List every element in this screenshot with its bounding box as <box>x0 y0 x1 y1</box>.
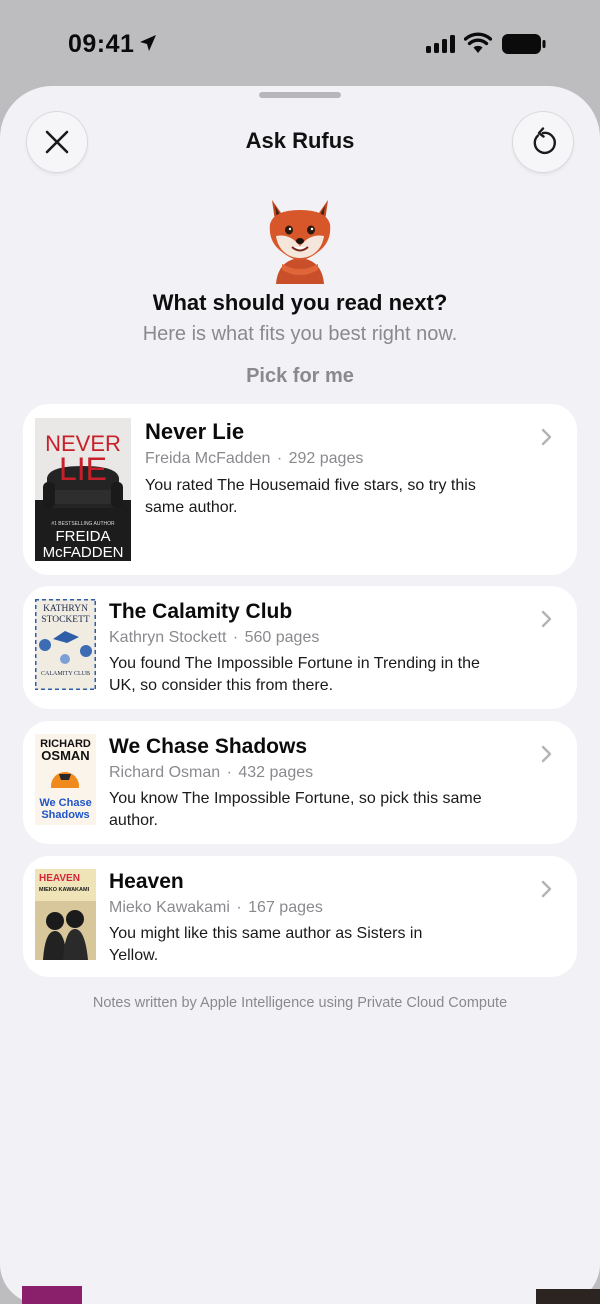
cover-author-line2: McFADDEN <box>43 544 124 561</box>
book-card-we-chase-shadows[interactable]: RICHARD OSMAN We Chase Shadows We Chase … <box>23 721 577 844</box>
cellular-signal-icon <box>426 35 455 53</box>
status-time: 09:41 <box>68 30 135 58</box>
wifi-icon <box>464 32 492 53</box>
book-meta: Mieko Kawakami · 167 pages <box>109 899 323 916</box>
book-card-heaven[interactable]: HEAVEN MIEKO KAWAKAMI Heaven Mieko Kawak… <box>23 856 577 977</box>
sheet-grabber[interactable] <box>259 92 341 98</box>
cover-title-line2: LIE <box>59 451 107 487</box>
book-cover-never-lie: NEVER LIE #1 BESTSELLING AUTHOR FREIDA M… <box>35 418 131 561</box>
cover-title-line1: KATHRYN <box>43 604 88 614</box>
pick-for-me-button[interactable]: Pick for me <box>230 361 370 391</box>
book-pages: 167 pages <box>248 899 323 916</box>
cover-title-line3: We Chase <box>39 797 91 809</box>
refresh-icon <box>533 127 556 155</box>
cover-title-line3: CALAMITY CLUB <box>41 671 90 677</box>
book-pages: 560 pages <box>244 629 320 646</box>
book-note: You know The Impossible Fortune, so pick… <box>109 790 482 829</box>
apple-intelligence-footnote: Notes written by Apple Intelligence usin… <box>92 995 508 1011</box>
book-cover-we-chase-shadows: RICHARD OSMAN We Chase Shadows <box>35 734 96 825</box>
book-title: We Chase Shadows <box>109 735 308 758</box>
cover-title-line4: Shadows <box>41 809 89 821</box>
fox-mascot <box>269 200 331 284</box>
recommendation-subheading: Here is what fits you best right now. <box>142 323 458 345</box>
book-pages: 292 pages <box>288 450 364 467</box>
book-author: Kathryn Stockett <box>109 629 227 646</box>
chevron-right-icon <box>541 745 552 763</box>
book-card-calamity-club[interactable]: KATHRYN STOCKETT CALAMITY CLUB The Calam… <box>23 586 577 709</box>
status-bar: 09:41 <box>0 0 600 86</box>
book-note: You might like this same author as Siste… <box>109 925 423 964</box>
book-author: Freida McFadden <box>145 450 271 467</box>
battery-icon <box>502 34 546 54</box>
cover-title-line2: OSMAN <box>41 748 89 763</box>
book-meta: Richard Osman · 432 pages <box>109 764 314 781</box>
book-note: You found The Impossible Fortune in Tren… <box>109 655 480 694</box>
chevron-right-icon <box>541 610 552 628</box>
refresh-button[interactable] <box>513 112 573 172</box>
cover-title-line2: MIEKO KAWAKAMI <box>39 887 90 893</box>
background-book-cover-left <box>22 1286 82 1304</box>
cover-author-line1: FREIDA <box>55 528 110 545</box>
chevron-right-icon <box>541 428 552 446</box>
book-cover-heaven: HEAVEN MIEKO KAWAKAMI <box>35 869 96 960</box>
cover-title-line1: HEAVEN <box>39 873 80 884</box>
book-meta: Freida McFadden · 292 pages <box>145 450 364 467</box>
recommendation-heading: What should you read next? <box>152 290 448 315</box>
book-note: You rated The Housemaid five stars, so t… <box>145 477 476 516</box>
cover-title-line2: STOCKETT <box>41 615 90 625</box>
location-arrow-icon <box>140 35 156 51</box>
book-pages: 432 pages <box>238 764 314 781</box>
sheet-title: Ask Rufus <box>245 128 355 153</box>
book-cover-calamity-club: KATHRYN STOCKETT CALAMITY CLUB <box>35 599 96 690</box>
background-book-cover-right <box>536 1289 600 1304</box>
book-title: Heaven <box>109 870 184 893</box>
book-author: Richard Osman <box>109 764 221 781</box>
chevron-right-icon <box>541 880 552 898</box>
cover-tag: #1 BESTSELLING AUTHOR <box>51 521 115 527</box>
book-meta: Kathryn Stockett · 560 pages <box>109 629 320 646</box>
book-title: Never Lie <box>145 419 245 444</box>
book-card-never-lie[interactable]: NEVER LIE #1 BESTSELLING AUTHOR FREIDA M… <box>23 404 577 575</box>
book-title: The Calamity Club <box>109 600 293 623</box>
ask-rufus-sheet: Ask Rufus What should you read next? Her… <box>0 86 600 1304</box>
book-author: Mieko Kawakami <box>109 899 230 916</box>
